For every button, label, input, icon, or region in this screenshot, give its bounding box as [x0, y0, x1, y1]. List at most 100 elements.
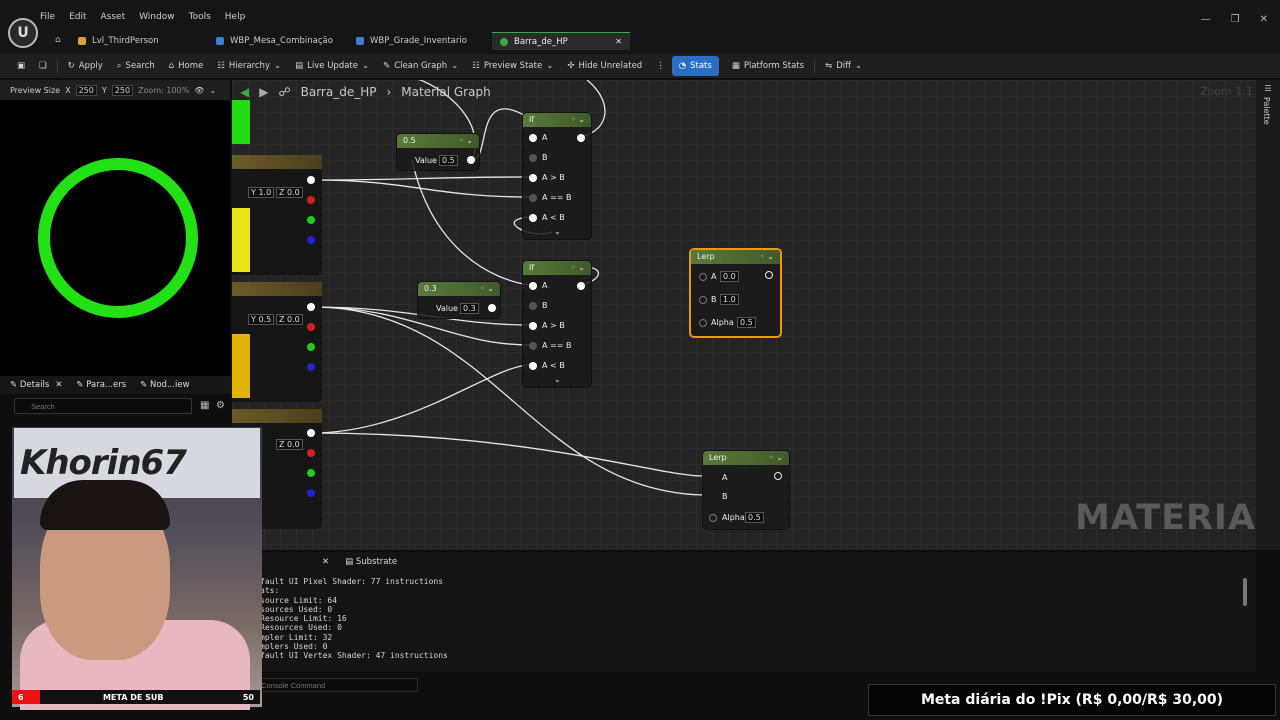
clean-graph-button[interactable]: ✎ Clean Graph ⌄: [376, 56, 465, 76]
tab-wbp-grade[interactable]: WBP_Grade_Inventario: [348, 32, 475, 50]
preview-state-button[interactable]: ☷ Preview State ⌄: [465, 56, 560, 76]
node-controls-icon[interactable]: ◦ ⌄: [571, 261, 585, 275]
value-field[interactable]: 0.5: [439, 155, 458, 166]
a-pin[interactable]: [529, 282, 537, 290]
eye-icon[interactable]: 👁: [194, 86, 204, 95]
live-update-button[interactable]: ▤ Live Update ⌄: [288, 56, 376, 76]
output-pin[interactable]: [577, 282, 585, 290]
gear-icon[interactable]: ⚙: [216, 400, 225, 411]
menu-tools[interactable]: Tools: [189, 12, 211, 30]
node-controls-icon[interactable]: ◦ ⌄: [571, 113, 585, 127]
expand-chevron-icon[interactable]: ⌄: [554, 375, 561, 384]
home-tab-icon[interactable]: ⌂: [55, 35, 61, 45]
alpha-pin[interactable]: [699, 319, 707, 327]
alpha-value-field[interactable]: 0.5: [737, 317, 756, 328]
value-field[interactable]: 0.3: [460, 303, 479, 314]
expand-chevron-icon[interactable]: ⌄: [554, 227, 561, 236]
scrollbar[interactable]: [1243, 578, 1247, 606]
hierarchy-button[interactable]: ☷ Hierarchy ⌄: [210, 56, 288, 76]
menu-file[interactable]: File: [40, 12, 55, 30]
z-field[interactable]: Z 0.0: [276, 439, 303, 450]
close-icon[interactable]: ✕: [55, 380, 62, 390]
diff-button[interactable]: ⇋ Diff ⌄: [818, 56, 869, 76]
b-value-field[interactable]: 1.0: [720, 294, 739, 305]
preview-y-input[interactable]: 250: [111, 84, 134, 96]
forward-arrow-icon[interactable]: ▶: [259, 85, 268, 99]
a-pin[interactable]: [529, 134, 537, 142]
constant-node-0-5[interactable]: 0.5 ◦ ⌄ Value 0.5: [396, 133, 480, 171]
z-field[interactable]: Z 0.0: [276, 187, 303, 198]
maximize-icon[interactable]: ❐: [1231, 14, 1240, 25]
y-field[interactable]: Y 0.5: [248, 314, 275, 325]
output-pin[interactable]: [307, 176, 315, 184]
menu-help[interactable]: Help: [225, 12, 246, 30]
node-controls-icon[interactable]: ◦ ⌄: [459, 134, 473, 148]
table-view-icon[interactable]: ▦: [200, 400, 209, 411]
lerp-node-selected[interactable]: Lerp ◦ ⌄ A 0.0 B 1.0 Alpha 0.5: [689, 248, 782, 338]
tab-details[interactable]: ✎ Details: [10, 380, 49, 390]
aeqb-pin[interactable]: [529, 194, 537, 202]
tab-node-preview[interactable]: ✎ Nod...iew: [140, 380, 189, 390]
node-controls-icon[interactable]: ◦ ⌄: [769, 451, 783, 465]
preview-x-input[interactable]: 250: [75, 84, 97, 96]
browse-icon[interactable]: ❏: [32, 56, 54, 76]
b-pin[interactable]: [307, 363, 315, 371]
tab-parameters[interactable]: ✎ Para...ers: [76, 380, 126, 390]
output-pin[interactable]: [765, 271, 773, 279]
tab-stats[interactable]: ✕: [322, 557, 329, 567]
a-value-field[interactable]: 0.0: [720, 271, 739, 282]
aeqb-pin[interactable]: [529, 342, 537, 350]
alpha-pin[interactable]: [709, 514, 717, 522]
output-pin[interactable]: [307, 303, 315, 311]
b-pin[interactable]: [529, 302, 537, 310]
y-field[interactable]: Y 1.0: [248, 187, 275, 198]
b-pin[interactable]: [307, 489, 315, 497]
search-button[interactable]: ⌕ Search: [110, 56, 162, 76]
if-node-2[interactable]: If ◦ ⌄ A B A > B A == B A < B ⌄: [522, 260, 592, 388]
node-controls-icon[interactable]: ◦ ⌄: [760, 250, 774, 264]
altb-pin[interactable]: [529, 214, 537, 222]
close-tab-icon[interactable]: ✕: [615, 37, 622, 46]
details-search-input[interactable]: [14, 398, 192, 414]
stats-button[interactable]: ◔ Stats: [671, 56, 719, 76]
constant-node-0-3[interactable]: 0.3 ◦ ⌄ Value 0.3: [417, 281, 501, 319]
menu-edit[interactable]: Edit: [69, 12, 86, 30]
alpha-value-field[interactable]: 0.5: [745, 512, 764, 523]
apply-button[interactable]: ↻ Apply: [61, 56, 110, 76]
tab-wbp-mesa[interactable]: WBP_Mesa_Combinação: [208, 32, 341, 50]
b-pin[interactable]: [529, 154, 537, 162]
a-pin[interactable]: [699, 273, 707, 281]
more-options-icon[interactable]: ⋮: [649, 56, 672, 76]
g-pin[interactable]: [307, 343, 315, 351]
palette-sidebar[interactable]: ☰ Palette: [1256, 80, 1280, 550]
b-pin[interactable]: [307, 236, 315, 244]
agtb-pin[interactable]: [529, 322, 537, 330]
agtb-pin[interactable]: [529, 174, 537, 182]
minimize-icon[interactable]: —: [1201, 14, 1211, 25]
platform-stats-button[interactable]: ▦ Platform Stats: [725, 56, 811, 76]
node-controls-icon[interactable]: ◦ ⌄: [480, 282, 494, 296]
unreal-logo-icon[interactable]: U: [8, 18, 38, 48]
r-pin[interactable]: [307, 323, 315, 331]
menu-window[interactable]: Window: [139, 12, 175, 30]
output-pin[interactable]: [467, 156, 475, 164]
palette-tab[interactable]: Palette: [1262, 97, 1271, 125]
console-input[interactable]: [256, 678, 418, 692]
tab-lvl-thirdperson[interactable]: Lvl_ThirdPerson: [70, 32, 167, 50]
lerp-node-2[interactable]: Lerp ◦ ⌄ A B Alpha 0.5: [702, 450, 790, 530]
chevron-down-icon[interactable]: ⌄: [209, 86, 216, 95]
output-pin[interactable]: [488, 304, 496, 312]
hide-unrelated-button[interactable]: ✣ Hide Unrelated: [560, 56, 649, 76]
g-pin[interactable]: [307, 469, 315, 477]
altb-pin[interactable]: [529, 362, 537, 370]
output-pin[interactable]: [577, 134, 585, 142]
b-pin[interactable]: [699, 296, 707, 304]
r-pin[interactable]: [307, 196, 315, 204]
tab-barra-de-hp[interactable]: Barra_de_HP ✕: [492, 32, 630, 50]
z-field[interactable]: Z 0.0: [276, 314, 303, 325]
home-button[interactable]: ⌂ Home: [162, 56, 211, 76]
if-node-1[interactable]: If ◦ ⌄ A B A > B A == B A < B ⌄: [522, 112, 592, 240]
save-icon[interactable]: ▣: [10, 56, 32, 76]
g-pin[interactable]: [307, 216, 315, 224]
output-pin[interactable]: [774, 472, 782, 480]
